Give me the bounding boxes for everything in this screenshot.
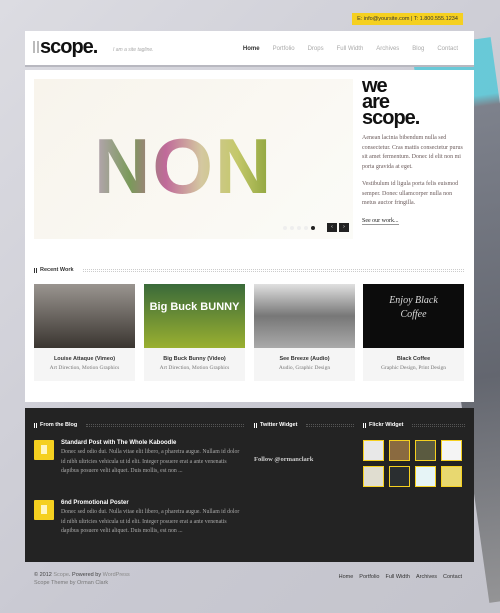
flickr-thumbnail[interactable] [441, 440, 462, 461]
site-tagline: I am a site tagline. [113, 47, 154, 53]
slider-dot[interactable] [304, 226, 308, 230]
intro-paragraph: Aenean lacinia bibendum nulla sed consec… [362, 135, 463, 170]
copyright: © 2012 [34, 572, 52, 578]
work-title[interactable]: Louise Attaque (Vimeo) [34, 356, 135, 362]
footer-nav-full-width[interactable]: Full Width [385, 574, 409, 580]
work-thumbnail: Enjoy Black Coffee [363, 284, 464, 348]
slider-dots [283, 226, 315, 230]
work-title[interactable]: Big Buck Bunny (Video) [144, 356, 245, 362]
slider-next-button[interactable]: › [339, 223, 349, 232]
blog-post: 6nd Promotional Poster Donec sed odio du… [34, 500, 244, 537]
nav-full-width[interactable]: Full Width [337, 46, 364, 52]
heading-bars-icon [363, 422, 366, 428]
twitter-follow-link[interactable]: Follow @ormanclark [254, 456, 313, 463]
flickr-widget-heading: Flickr Widget [363, 422, 465, 428]
flickr-thumbnail[interactable] [389, 466, 410, 487]
work-tags: Audio, Graphic Design [278, 365, 331, 371]
flickr-thumbnail[interactable] [363, 466, 384, 487]
main-content: NON ‹ › we are scope. Aenean lacinia bib… [25, 70, 474, 402]
nav-drops[interactable]: Drops [308, 46, 324, 52]
twitter-widget-heading: Twitter Widget [254, 422, 354, 428]
nav-contact[interactable]: Contact [437, 46, 458, 52]
work-tags: Graphic Design, Print Design [380, 365, 447, 371]
divider [86, 423, 244, 427]
work-item[interactable]: Louise Attaque (Vimeo) Art Direction, Mo… [34, 284, 135, 381]
heading-bars-icon [254, 422, 257, 428]
nav-portfolio[interactable]: Portfolio [273, 46, 295, 52]
recent-work-heading: Recent Work [34, 267, 464, 273]
heading-bars-icon [34, 422, 37, 428]
divider [82, 268, 464, 272]
contact-info-bar: E: info@yoursite.com | T: 1.800.555.1234 [352, 13, 463, 25]
post-title[interactable]: Standard Post with The Whole Kaboodle [61, 440, 244, 446]
divider [306, 423, 354, 427]
post-excerpt: Donec sed odio dui. Nulla vitae elit lib… [61, 449, 240, 474]
flickr-thumbnail[interactable] [415, 440, 436, 461]
footer-nav-home[interactable]: Home [339, 574, 354, 580]
work-item[interactable]: Big Buck BUNNY Big Buck Bunny (Video) Ar… [144, 284, 245, 381]
work-item[interactable]: Enjoy Black Coffee Black Coffee Graphic … [363, 284, 464, 381]
site-logo[interactable]: scope. [33, 36, 98, 59]
slider-prev-button[interactable]: ‹ [327, 223, 337, 232]
flickr-thumbnail[interactable] [389, 440, 410, 461]
slide-headline: NON [94, 122, 274, 210]
footer-nav-archives[interactable]: Archives [416, 574, 437, 580]
work-thumbnail [34, 284, 135, 348]
footer-widgets: From the Blog Standard Post with The Who… [25, 408, 474, 562]
powered-by: . Powered by [68, 572, 102, 578]
heading-bars-icon [34, 267, 37, 273]
site-header: scope. I am a site tagline. Home Portfol… [25, 31, 474, 65]
intro-paragraph: Vestibulum id ligula porta felis euismod… [362, 181, 459, 206]
site-link[interactable]: Scope [53, 572, 69, 578]
slider-dot[interactable] [297, 226, 301, 230]
work-tags: Art Direction, Motion Graphics [159, 365, 230, 371]
nav-home[interactable]: Home [243, 46, 260, 52]
footer-nav-contact[interactable]: Contact [443, 574, 462, 580]
document-icon [34, 440, 54, 460]
heading-text: Recent Work [40, 267, 74, 273]
footer-nav-portfolio[interactable]: Portfolio [359, 574, 379, 580]
heading-text: From the Blog [40, 422, 78, 428]
divider [412, 423, 465, 427]
logo-bars-icon [33, 41, 39, 53]
theme-credit: Scope Theme by Orman Clark [34, 580, 109, 586]
featured-slider[interactable]: NON ‹ › [34, 79, 353, 239]
post-excerpt: Donec sed odio dui. Nulla vitae elit lib… [61, 509, 240, 534]
work-title[interactable]: Black Coffee [363, 356, 464, 362]
work-thumbnail: Big Buck BUNNY [144, 284, 245, 348]
logo-text: scope. [40, 36, 98, 58]
heading-text: Flickr Widget [369, 422, 404, 428]
nav-blog[interactable]: Blog [412, 46, 424, 52]
slider-dot[interactable] [290, 226, 294, 230]
flickr-thumbnail[interactable] [415, 466, 436, 487]
flickr-thumbnail[interactable] [363, 440, 384, 461]
flickr-thumbnail[interactable] [441, 466, 462, 487]
blog-widget-heading: From the Blog [34, 422, 244, 428]
slider-dot-active[interactable] [311, 226, 315, 230]
wordpress-link[interactable]: WordPress [103, 572, 130, 578]
intro-title-line: scope. [362, 107, 420, 129]
see-our-work-link[interactable]: See our work... [362, 218, 399, 225]
work-item[interactable]: See Breeze (Audio) Audio, Graphic Design [254, 284, 355, 381]
intro-title: we are scope. [362, 76, 464, 129]
footer-nav: Home Portfolio Full Width Archives Conta… [339, 574, 462, 580]
intro-column: we are scope. Aenean lacinia bibendum nu… [362, 76, 464, 227]
document-icon [34, 500, 54, 520]
work-thumbnail [254, 284, 355, 348]
post-title[interactable]: 6nd Promotional Poster [61, 500, 244, 506]
main-nav: Home Portfolio Drops Full Width Archives… [243, 46, 458, 52]
heading-text: Twitter Widget [260, 422, 298, 428]
work-title[interactable]: See Breeze (Audio) [254, 356, 355, 362]
slider-dot[interactable] [283, 226, 287, 230]
blog-post: Standard Post with The Whole Kaboodle Do… [34, 440, 244, 477]
nav-archives[interactable]: Archives [376, 46, 399, 52]
work-tags: Art Direction, Motion Graphics [49, 365, 120, 371]
footer-copyright: © 2012 Scope. Powered by WordPress Scope… [34, 572, 130, 586]
